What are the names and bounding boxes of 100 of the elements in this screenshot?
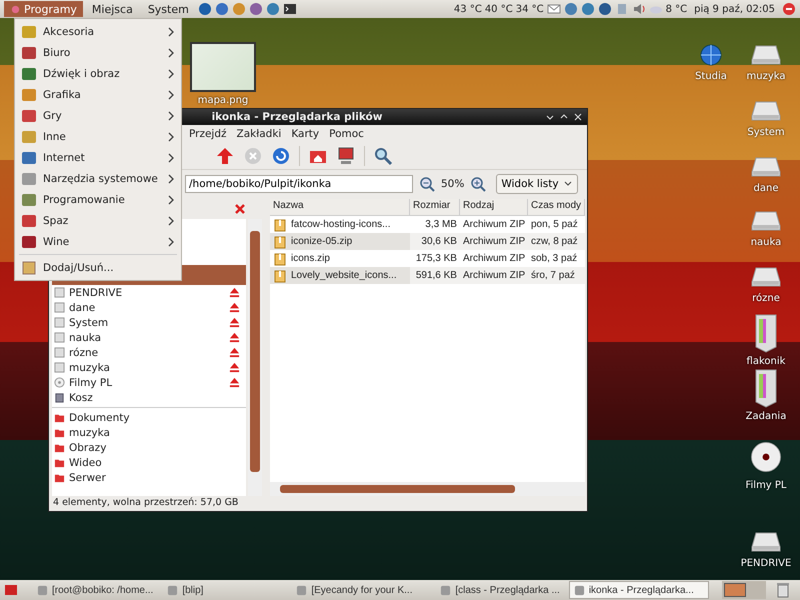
menu-item[interactable]: Wine	[15, 231, 181, 252]
desktop-icon-label[interactable]: Filmy PL	[745, 480, 787, 491]
menu-item[interactable]: Programowanie	[15, 189, 181, 210]
app-icon	[574, 584, 585, 596]
bookmark-item[interactable]: Wideo	[69, 456, 240, 468]
category-icon	[21, 234, 37, 250]
file-name[interactable]: icons.zip	[290, 253, 330, 264]
menu-item[interactable]: Akcesoria	[15, 21, 181, 42]
menu-item[interactable]: Inne	[15, 126, 181, 147]
menu-item[interactable]: Spaz	[15, 210, 181, 231]
desktop-icon-label[interactable]: dane	[754, 183, 778, 194]
eject-icon[interactable]	[228, 317, 240, 328]
eject-icon[interactable]	[228, 347, 240, 358]
menu-item[interactable]: Biuro	[15, 42, 181, 63]
computer-icon[interactable]	[336, 146, 356, 166]
menu-bar-item[interactable]: Zakładki	[236, 128, 282, 140]
desktop-icon-label[interactable]: nauka	[750, 237, 782, 248]
column-header[interactable]: Nazwa	[270, 199, 410, 215]
place-item[interactable]: Filmy PL	[69, 376, 225, 388]
desktop-icon-label[interactable]: flakonik	[746, 356, 786, 367]
taskbar-button[interactable]: [class - Przeglądarka ...	[435, 581, 565, 599]
category-icon	[21, 66, 37, 82]
location-field[interactable]: /home/bobiko/Pulpit/ikonka	[185, 174, 413, 192]
eject-icon[interactable]	[228, 332, 240, 343]
taskbar-button[interactable]: [Eyecandy for your K...	[291, 581, 432, 599]
menu-item[interactable]: Dźwięk i obraz	[15, 63, 181, 84]
zoom-out-icon[interactable]	[419, 176, 435, 192]
zip-archive-icon	[274, 252, 286, 266]
desktop-icon-label[interactable]: PENDRIVE	[740, 558, 792, 569]
panel-menu[interactable]: Programy	[4, 1, 83, 17]
desktop-icon-label[interactable]: Zadania	[746, 411, 786, 422]
menu-item[interactable]: Dodaj/Usuń...	[15, 257, 181, 278]
launcher-icon[interactable]	[248, 2, 263, 16]
tray-icon[interactable]	[598, 2, 612, 16]
menu-item[interactable]: Gry	[15, 105, 181, 126]
terminal-icon[interactable]	[282, 2, 297, 16]
bookmark-item[interactable]: Serwer	[69, 472, 240, 484]
file-name[interactable]: fatcow-hosting-icons...	[290, 219, 390, 230]
scrollbar-thumb[interactable]	[280, 485, 515, 493]
menu-bar-item[interactable]: Karty	[291, 128, 320, 140]
category-icon	[21, 86, 37, 102]
launcher-icon[interactable]	[198, 2, 212, 16]
mail-icon[interactable]	[546, 2, 561, 16]
folder-icon	[54, 427, 65, 438]
tray-icon[interactable]	[564, 2, 578, 16]
taskbar-button[interactable]: ikonka - Przeglądarka...	[568, 581, 709, 599]
table-cell-text: Archiwum ZIP	[462, 218, 526, 232]
launcher-icon[interactable]	[214, 2, 229, 16]
eject-icon[interactable]	[228, 302, 240, 313]
app-icon	[167, 584, 178, 596]
reload-icon[interactable]	[271, 146, 291, 166]
place-item[interactable]: muzyka	[69, 362, 225, 374]
panel-menu[interactable]: System	[142, 1, 195, 17]
taskbar-button[interactable]: [blip]	[162, 581, 288, 599]
category-icon	[21, 170, 37, 186]
menu-item[interactable]: Narzędzia systemowe	[15, 168, 181, 189]
trash-icon[interactable]	[776, 582, 790, 598]
search-icon[interactable]	[373, 146, 393, 166]
drive-icon	[54, 287, 65, 298]
place-item[interactable]: rózne	[69, 346, 225, 358]
desktop-icon-label[interactable]: rózne	[752, 293, 780, 304]
panel-menu[interactable]: Miejsca	[86, 1, 139, 17]
menu-item[interactable]: Internet	[15, 147, 181, 168]
column-header[interactable]: Rozmiar	[410, 199, 460, 215]
menu-item[interactable]: Grafika	[15, 84, 181, 105]
close-pane-icon[interactable]	[234, 203, 246, 215]
place-item[interactable]: System	[69, 316, 225, 328]
drive-icon	[54, 332, 65, 343]
category-icon	[21, 192, 37, 208]
map-thumbnail[interactable]	[190, 42, 256, 92]
place-item[interactable]: dane	[69, 302, 225, 314]
eject-icon[interactable]	[228, 362, 240, 373]
bookmark-item[interactable]: muzyka	[69, 426, 240, 438]
eject-icon[interactable]	[228, 287, 240, 298]
clock[interactable]: pią 9 paź, 02:05	[694, 4, 775, 14]
menu-bar-item[interactable]: Pomoc	[329, 128, 364, 140]
volume-icon[interactable]	[632, 2, 646, 16]
place-item[interactable]: Kosz	[69, 392, 240, 404]
taskbar-button[interactable]: [root@bobiko: /home...	[32, 581, 158, 599]
workspace-switcher[interactable]	[722, 581, 766, 599]
show-desktop-icon[interactable]	[4, 583, 18, 597]
view-dropdown[interactable]: Widok listy	[496, 174, 578, 194]
zoom-in-icon[interactable]	[470, 176, 486, 192]
bookmark-item[interactable]: Dokumenty	[69, 412, 240, 424]
table-cell-text: 591,6 KB	[414, 269, 458, 283]
bookmark-item[interactable]: Obrazy	[69, 442, 240, 454]
power-icon[interactable]	[782, 2, 796, 16]
table-cell-text: Archiwum ZIP	[462, 269, 526, 283]
place-item[interactable]: PENDRIVE	[69, 286, 225, 298]
tray-icon[interactable]	[580, 2, 595, 16]
scrollbar-thumb[interactable]	[250, 231, 260, 472]
column-header[interactable]: Czas mody	[528, 199, 585, 215]
trash-icon	[54, 392, 65, 403]
menu-bar-item[interactable]: Przejdź	[189, 128, 227, 140]
up-arrow-icon[interactable]	[215, 146, 235, 166]
eject-icon[interactable]	[228, 377, 240, 388]
place-item[interactable]: nauka	[69, 332, 225, 344]
temperature-reading: 34 °C	[516, 4, 544, 14]
close-icon[interactable]	[573, 112, 583, 122]
column-header[interactable]: Rodzaj	[460, 199, 528, 215]
